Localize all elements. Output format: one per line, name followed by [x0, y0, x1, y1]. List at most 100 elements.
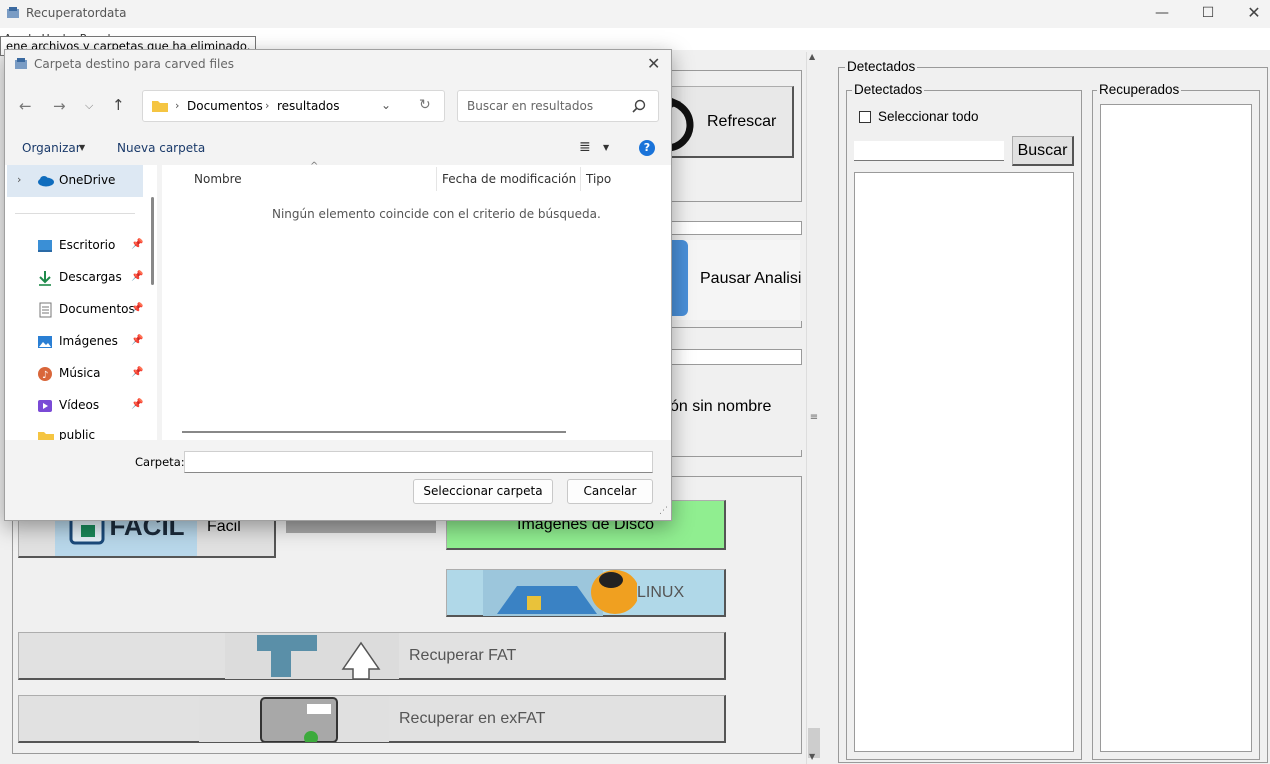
address-bar[interactable]: › Documentos › resultados ⌄ ↻ — [142, 90, 445, 122]
pin-icon: 📌 — [131, 271, 144, 282]
dialog-search-input[interactable]: Buscar en resultados — [467, 99, 593, 113]
scroll-thumb[interactable]: ≡ — [808, 412, 820, 428]
unnamed-partition-label[interactable]: ón sin nombre — [670, 398, 771, 416]
expand-chevron-icon[interactable]: › — [17, 173, 21, 186]
window-title: Recuperatordata — [26, 6, 127, 20]
address-dropdown-icon[interactable]: ⌄ — [381, 98, 391, 112]
nav-item-documentos[interactable]: Documentos — [59, 302, 135, 316]
search-icon — [632, 99, 646, 113]
search-button[interactable]: Buscar — [1012, 136, 1074, 166]
desktop-icon — [38, 240, 52, 252]
linux-button[interactable]: LINUX — [446, 569, 726, 617]
main-scrollbar[interactable]: ▲ ≡ ▼ — [806, 52, 821, 764]
nav-item-onedrive[interactable]: OneDrive — [59, 173, 115, 187]
pause-button[interactable]: Pausar Analisi — [700, 270, 801, 288]
nav-item-imagenes[interactable]: Imágenes — [59, 334, 118, 348]
organize-menu[interactable]: Organizar — [22, 141, 81, 155]
nav-item-escritorio[interactable]: Escritorio — [59, 238, 115, 252]
exfat-drive-icon — [199, 695, 389, 742]
file-list-pane: ^ Nombre Fecha de modificación Tipo Ning… — [162, 161, 671, 440]
refresh-label: Refrescar — [707, 112, 777, 130]
refresh-button[interactable]: Refrescar — [660, 86, 794, 158]
select-all-label[interactable]: Seleccionar todo — [878, 109, 979, 124]
column-header-nombre[interactable]: Nombre — [194, 172, 242, 186]
maximize-button[interactable]: ☐ — [1185, 0, 1231, 28]
select-folder-button[interactable]: Seleccionar carpeta — [413, 479, 553, 504]
new-folder-button[interactable]: Nueva carpeta — [117, 141, 205, 155]
detected-outer-label: Detectados — [845, 59, 918, 74]
detected-group-label: Detectados — [852, 82, 925, 97]
dialog-search-box[interactable]: Buscar en resultados — [457, 90, 659, 122]
folder-icon — [152, 101, 168, 112]
scroll-down-icon[interactable]: ▼ — [809, 752, 815, 761]
pause-icon — [670, 240, 688, 316]
column-divider[interactable] — [580, 167, 581, 191]
cloud-icon — [38, 176, 54, 187]
dialog-close-button[interactable]: ✕ — [647, 54, 660, 73]
pin-icon: 📌 — [131, 303, 144, 314]
forward-arrow-icon[interactable]: → — [53, 97, 66, 115]
document-icon — [39, 302, 52, 318]
refresh-address-icon[interactable]: ↻ — [419, 97, 431, 113]
empty-message: Ningún elemento coincide con el criterio… — [272, 207, 601, 221]
recovered-list[interactable] — [1100, 104, 1252, 752]
breadcrumb-item-documentos[interactable]: Documentos — [187, 99, 263, 113]
back-arrow-icon[interactable]: ← — [19, 97, 32, 115]
nav-item-descargas[interactable]: Descargas — [59, 270, 122, 284]
column-header-fecha[interactable]: Fecha de modificación — [442, 172, 576, 186]
svg-text:♪: ♪ — [42, 370, 48, 381]
minimize-button[interactable]: — — [1139, 0, 1185, 28]
unnamed-separator — [660, 450, 802, 457]
music-icon: ♪ — [38, 367, 52, 381]
linux-penguin-icon — [483, 569, 637, 616]
nav-scrollbar[interactable] — [151, 197, 154, 285]
app-icon — [7, 7, 19, 18]
scroll-up-icon[interactable]: ▲ — [809, 52, 815, 61]
close-window-button[interactable]: ✕ — [1231, 0, 1270, 28]
view-list-icon[interactable]: ≣ — [579, 139, 591, 155]
resize-grip-icon[interactable]: ⋰ — [659, 506, 668, 516]
image-icon — [38, 336, 52, 348]
horizontal-scrollbar[interactable] — [182, 431, 566, 433]
search-input[interactable] — [854, 141, 1004, 161]
progress-bar-1 — [660, 221, 802, 235]
nav-item-videos[interactable]: Vídeos — [59, 398, 99, 412]
select-all-checkbox[interactable] — [859, 111, 871, 123]
dialog-app-icon — [15, 58, 27, 69]
breadcrumb-item-resultados[interactable]: resultados — [277, 99, 340, 113]
recover-exfat-button[interactable]: Recuperar en exFAT — [18, 695, 726, 743]
help-icon[interactable]: ? — [639, 140, 655, 156]
breadcrumb-separator-icon: › — [175, 99, 180, 112]
sort-indicator-icon: ^ — [310, 161, 319, 172]
progress-placeholder — [286, 519, 436, 533]
pin-icon: 📌 — [131, 335, 144, 346]
navigation-pane: › OneDrive Escritorio 📌 Descargas 📌 Docu… — [5, 165, 157, 440]
detected-list[interactable] — [854, 172, 1074, 752]
folder-label: Carpeta: — [135, 455, 185, 469]
dialog-title: Carpeta destino para carved files — [34, 57, 234, 71]
nav-item-musica[interactable]: Música — [59, 366, 101, 380]
pin-icon: 📌 — [131, 399, 144, 410]
folder-picker-dialog: Carpeta destino para carved files ✕ ← → … — [4, 49, 672, 521]
column-divider[interactable] — [436, 167, 437, 191]
title-bar: Recuperatordata — ☐ ✕ — [0, 0, 1270, 28]
recover-fat-button[interactable]: Recuperar FAT — [18, 632, 726, 680]
view-dropdown-icon[interactable]: ▼ — [603, 143, 609, 152]
download-icon — [39, 271, 51, 286]
fat-arrow-icon — [225, 632, 399, 679]
nav-item-public[interactable]: public — [59, 428, 95, 440]
up-arrow-icon[interactable]: ↑ — [112, 96, 125, 114]
pin-icon: 📌 — [131, 239, 144, 250]
folder-icon — [38, 432, 54, 440]
recent-chevron-icon[interactable]: ⌵ — [85, 99, 93, 113]
pause-separator — [660, 321, 802, 328]
recovered-group-label: Recuperados — [1097, 82, 1182, 97]
folder-input[interactable] — [184, 451, 653, 473]
nav-divider — [15, 213, 135, 214]
cancel-button[interactable]: Cancelar — [567, 479, 653, 504]
breadcrumb-separator-icon: › — [265, 99, 270, 112]
pin-icon: 📌 — [131, 367, 144, 378]
video-icon — [38, 400, 52, 412]
progress-bar-2 — [660, 349, 802, 365]
column-header-tipo[interactable]: Tipo — [586, 172, 611, 186]
